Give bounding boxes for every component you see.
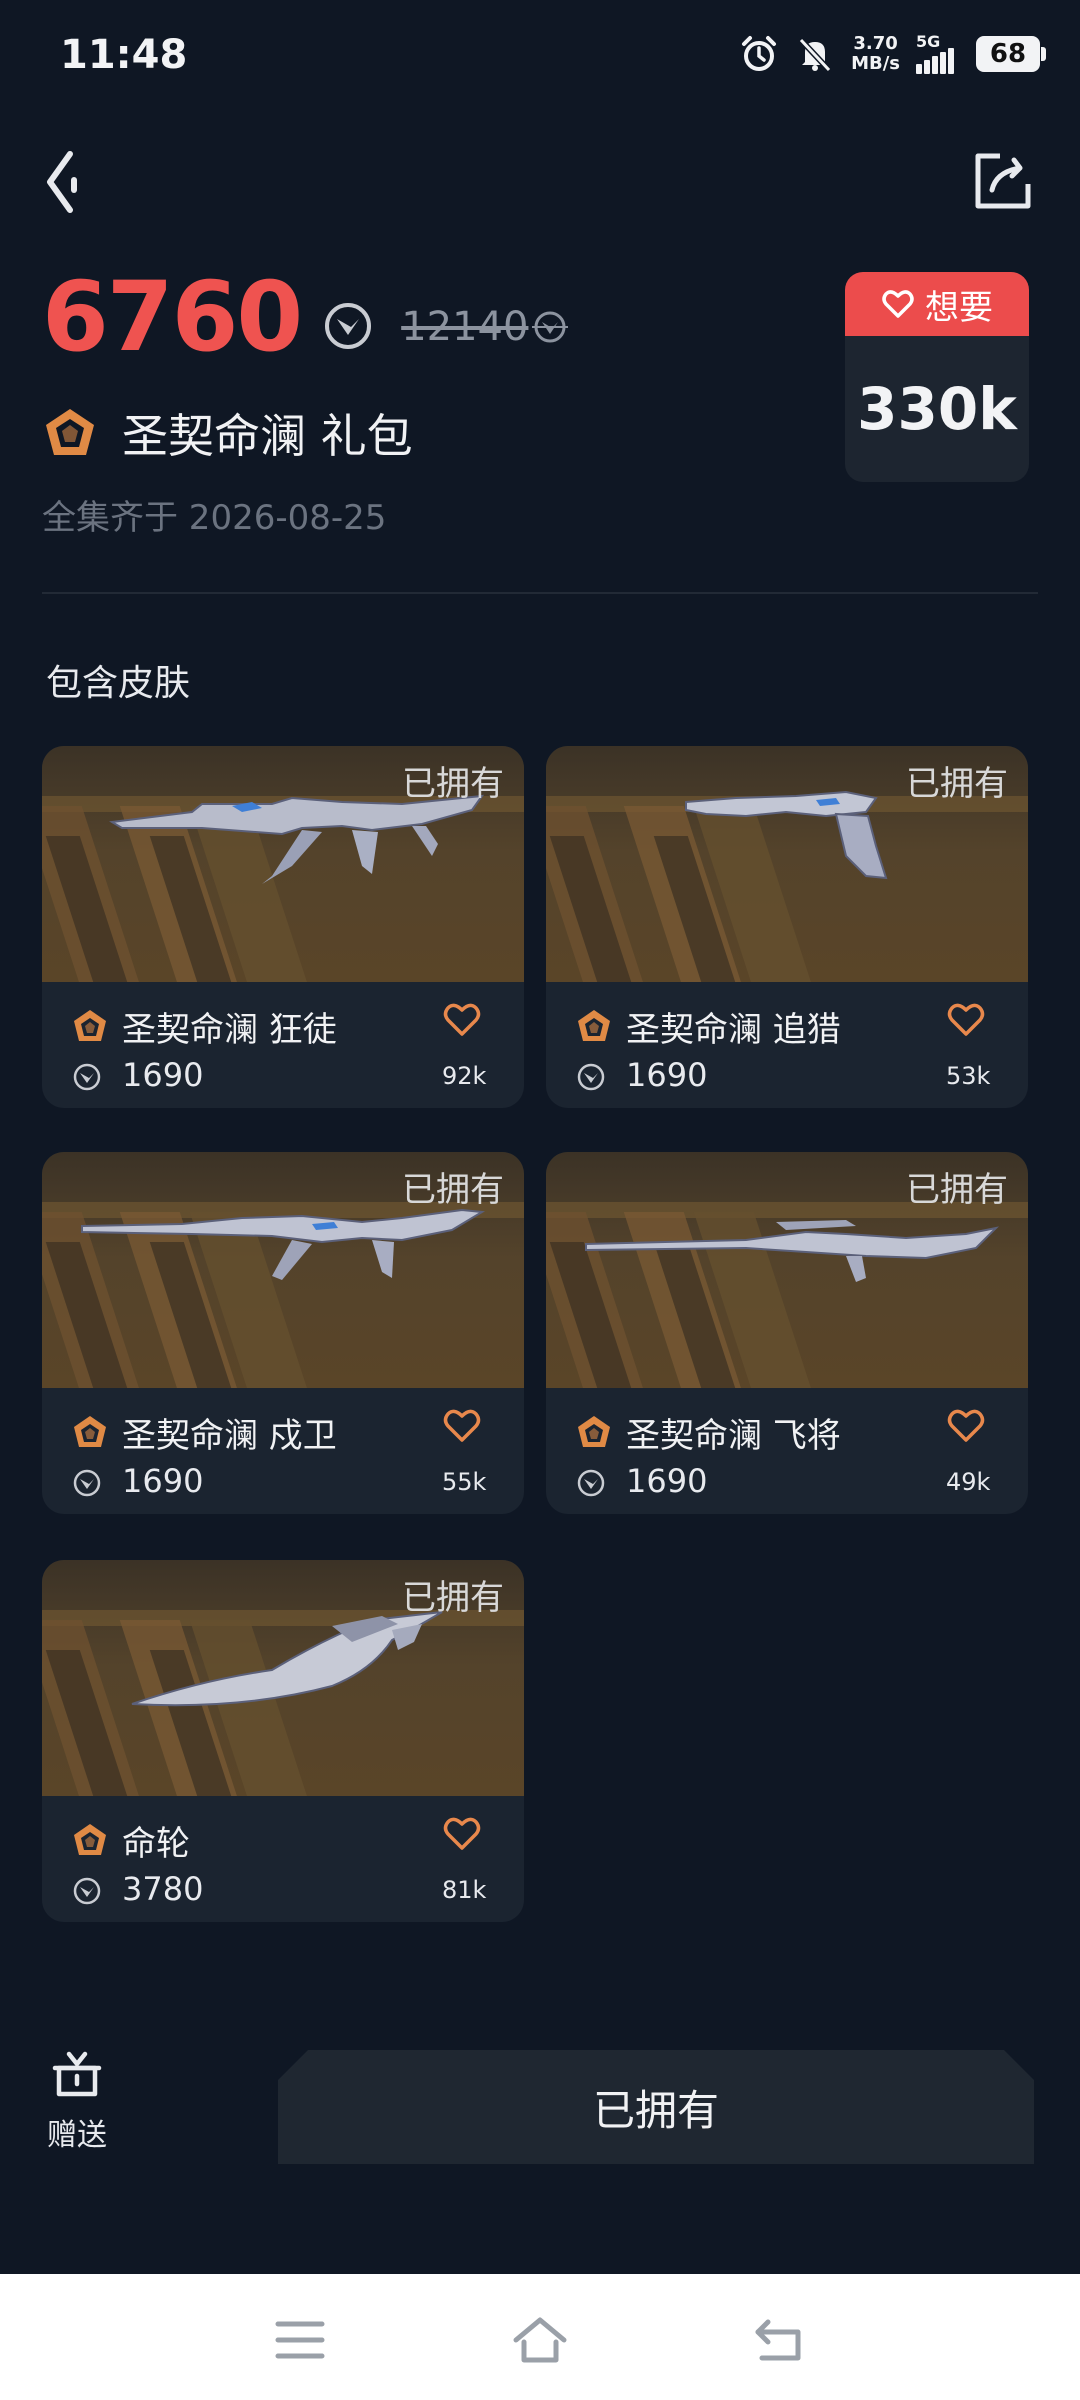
signal-icon: 5G <box>916 32 960 74</box>
skin-price: 3780 <box>122 1870 204 1908</box>
owned-tag: 已拥有 <box>402 764 504 804</box>
heart-icon <box>882 290 914 318</box>
status-time: 11:48 <box>60 32 188 78</box>
alarm-icon <box>742 36 777 71</box>
network-speed-unit: MB/s <box>851 53 900 74</box>
skin-name: 圣契命澜 追猎 <box>626 1010 841 1050</box>
gift-label: 赠送 <box>47 2118 107 2153</box>
collection-date: 全集齐于 2026-08-25 <box>42 498 387 538</box>
back-chevron-icon[interactable] <box>36 144 96 220</box>
original-price-value: 12140 <box>401 304 529 350</box>
exclusive-tier-icon <box>578 1010 610 1041</box>
network-type: 5G <box>916 32 941 51</box>
valorant-points-icon <box>532 311 569 343</box>
valorant-points-icon <box>577 1469 605 1497</box>
skin-image: 已拥有 <box>42 746 524 982</box>
battery-icon: 68 <box>976 36 1046 72</box>
bundle-detail-page: 11:48 3.70 MB/s 5G 68 6760 12140 圣契命澜 礼包… <box>0 0 1080 2400</box>
gift-icon <box>52 2051 102 2097</box>
skin-price: 1690 <box>122 1056 204 1094</box>
valorant-points-icon <box>577 1063 605 1091</box>
skin-image: 已拥有 <box>546 1152 1028 1388</box>
skin-info: 命轮 3780 81k <box>42 1796 524 1922</box>
network-speed-value: 3.70 <box>853 33 898 54</box>
want-label: 想要 <box>925 287 993 328</box>
status-icons: 3.70 MB/s 5G 68 <box>739 32 1046 74</box>
valorant-points-icon <box>325 303 372 349</box>
want-button[interactable]: 想要 <box>845 272 1029 336</box>
skin-name: 圣契命澜 戍卫 <box>122 1416 337 1456</box>
skin-likes: 49k <box>946 1468 991 1496</box>
section-title: 包含皮肤 <box>46 663 191 704</box>
skin-card[interactable]: 已拥有命轮 3780 81k <box>42 1560 524 1922</box>
exclusive-tier-icon <box>74 1416 106 1447</box>
system-nav-bar <box>0 2274 1080 2400</box>
skin-info: 圣契命澜 追猎 1690 53k <box>546 982 1028 1108</box>
network-speed: 3.70 MB/s <box>851 34 900 74</box>
owned-tag: 已拥有 <box>906 1170 1008 1210</box>
muted-bell-icon <box>798 37 832 73</box>
valorant-points-icon <box>73 1063 101 1091</box>
bundle-price: 6760 <box>42 261 303 373</box>
skin-likes: 55k <box>442 1468 487 1496</box>
share-icon[interactable] <box>970 148 1036 214</box>
owned-tag: 已拥有 <box>402 1170 504 1210</box>
skin-image: 已拥有 <box>42 1152 524 1388</box>
heart-icon[interactable] <box>442 1000 482 1040</box>
skin-likes: 53k <box>946 1062 991 1090</box>
skin-likes: 81k <box>442 1876 487 1904</box>
skin-info: 圣契命澜 飞将 1690 49k <box>546 1388 1028 1514</box>
skin-card[interactable]: 已拥有圣契命澜 狂徒 1690 92k <box>42 746 524 1108</box>
back-icon[interactable] <box>752 2312 808 2368</box>
skin-image: 已拥有 <box>546 746 1028 982</box>
skin-price: 1690 <box>626 1056 708 1094</box>
valorant-points-icon <box>73 1469 101 1497</box>
owned-tag: 已拥有 <box>906 764 1008 804</box>
home-icon[interactable] <box>512 2312 568 2368</box>
skin-card[interactable]: 已拥有圣契命澜 飞将 1690 49k <box>546 1152 1028 1514</box>
skin-info: 圣契命澜 狂徒 1690 92k <box>42 982 524 1108</box>
status-bar: 11:48 3.70 MB/s 5G 68 <box>0 0 1080 110</box>
wishlist-card: 想要 330k <box>845 272 1029 482</box>
divider <box>42 592 1038 594</box>
bundle-price-row: 6760 12140 <box>42 261 569 373</box>
exclusive-tier-icon <box>46 409 94 455</box>
skin-info: 圣契命澜 戍卫 1690 55k <box>42 1388 524 1514</box>
heart-icon[interactable] <box>946 1406 986 1446</box>
bundle-title: 圣契命澜 礼包 <box>42 400 413 466</box>
skin-likes: 92k <box>442 1062 487 1090</box>
exclusive-tier-icon <box>578 1416 610 1447</box>
skin-card[interactable]: 已拥有圣契命澜 戍卫 1690 55k <box>42 1152 524 1514</box>
exclusive-tier-icon <box>74 1010 106 1041</box>
gift-button[interactable]: 赠送 <box>42 2046 112 2154</box>
heart-icon[interactable] <box>946 1000 986 1040</box>
owned-tag: 已拥有 <box>402 1578 504 1618</box>
skin-name: 圣契命澜 飞将 <box>626 1416 841 1456</box>
want-count: 330k <box>857 375 1017 443</box>
exclusive-tier-icon <box>74 1824 106 1855</box>
skin-name: 命轮 <box>122 1824 190 1864</box>
skin-price: 1690 <box>122 1462 204 1500</box>
skin-image: 已拥有 <box>42 1560 524 1796</box>
heart-icon[interactable] <box>442 1406 482 1446</box>
owned-button[interactable]: 已拥有 <box>278 2050 1034 2164</box>
original-price: 12140 <box>401 304 569 350</box>
skin-price: 1690 <box>626 1462 708 1500</box>
bundle-name: 圣契命澜 礼包 <box>122 409 413 463</box>
skin-card[interactable]: 已拥有圣契命澜 追猎 1690 53k <box>546 746 1028 1108</box>
skin-name: 圣契命澜 狂徒 <box>122 1010 337 1050</box>
valorant-points-icon <box>73 1877 101 1905</box>
heart-icon[interactable] <box>442 1814 482 1854</box>
menu-icon[interactable] <box>272 2312 328 2368</box>
